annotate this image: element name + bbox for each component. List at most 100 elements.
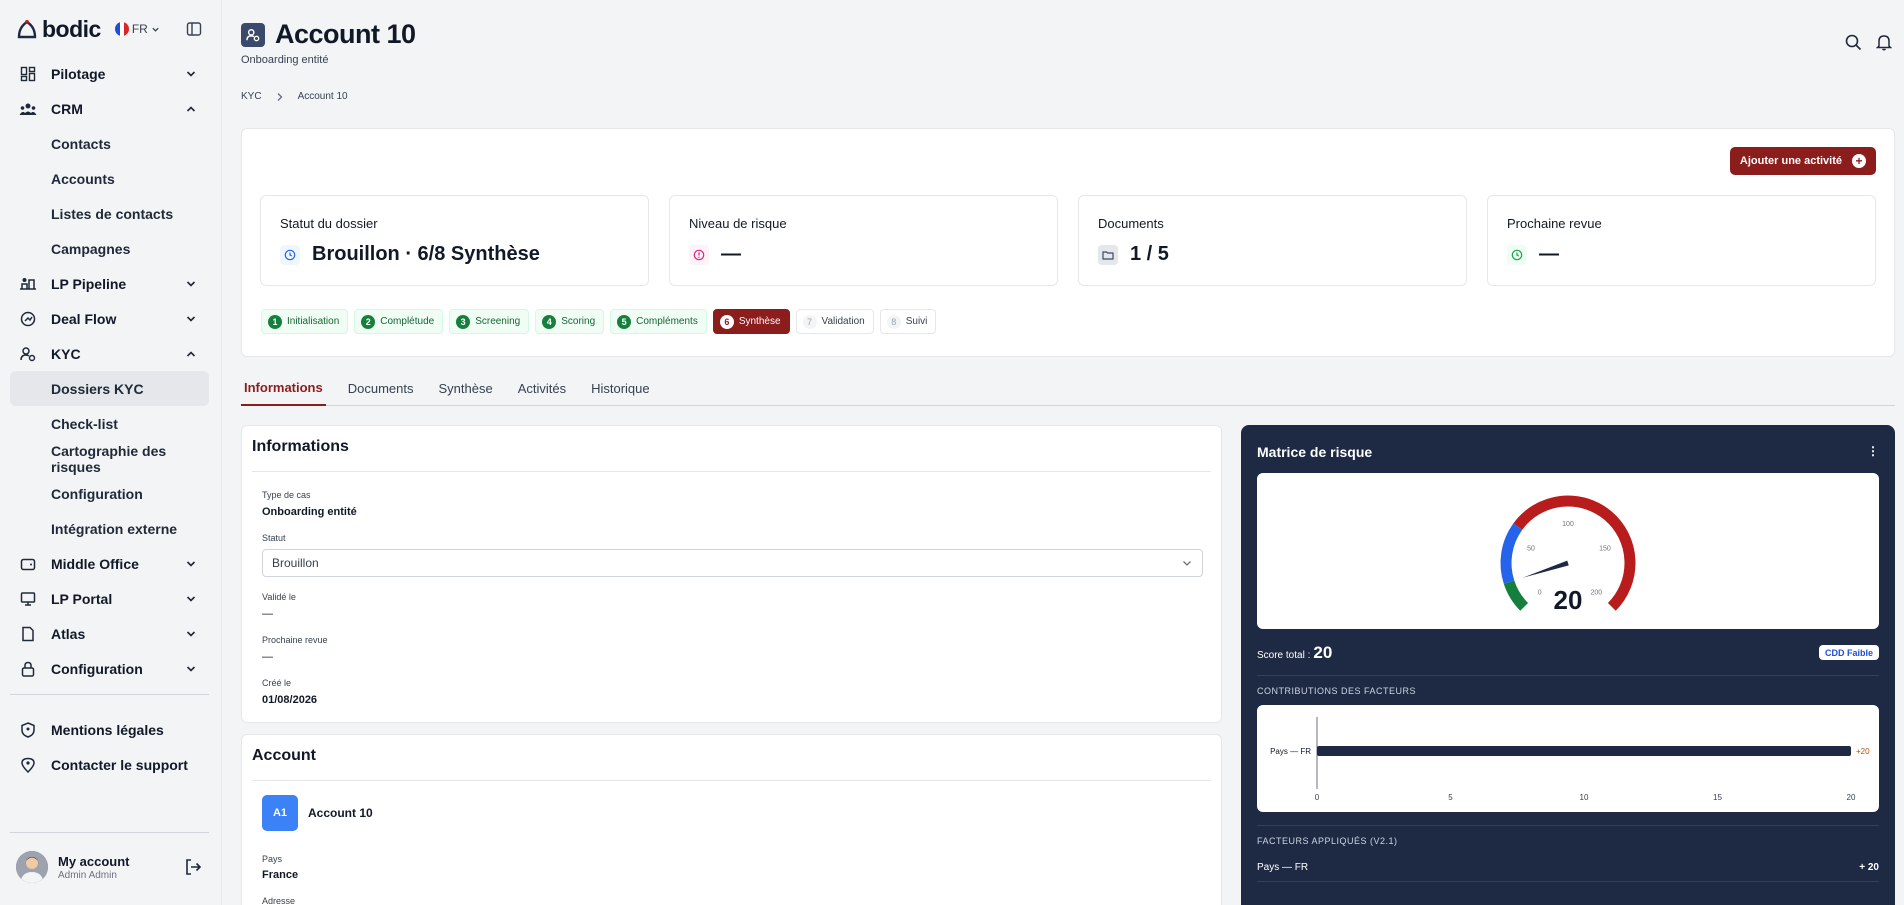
sidebar-item-legal[interactable]: Mentions légales — [10, 712, 209, 747]
sidebar-item-contacts[interactable]: Contacts — [10, 126, 209, 161]
step-number: 3 — [456, 314, 471, 329]
sidebar-item-label: CRM — [51, 100, 83, 117]
account-badge: A1 — [262, 795, 298, 831]
sidebar-item-deal-flow[interactable]: Deal Flow — [10, 301, 209, 336]
contributions-chart: Pays — FR +20 0 5 10 15 20 — [1270, 717, 1870, 802]
breadcrumb-current: Account 10 — [297, 91, 348, 102]
tab-historique[interactable]: Historique — [588, 370, 653, 406]
section-divider — [252, 780, 1211, 781]
tab-synthese[interactable]: Synthèse — [435, 370, 495, 406]
sidebar-item-contact-lists[interactable]: Listes de contacts — [10, 196, 209, 231]
sidebar-item-risk-mapping[interactable]: Cartographie des risques — [10, 441, 209, 476]
sidebar-item-accounts[interactable]: Accounts — [10, 161, 209, 196]
step-label: Scoring — [561, 316, 596, 327]
step-validation[interactable]: 7 Validation — [795, 309, 874, 334]
sidebar-item-checklist[interactable]: Check-list — [10, 406, 209, 441]
sidebar-item-external-integration[interactable]: Intégration externe — [10, 511, 209, 546]
gauge-tick-label: 50 — [1527, 546, 1535, 553]
sidebar-item-campaigns[interactable]: Campagnes — [10, 231, 209, 266]
sidebar-item-support[interactable]: Contacter le support — [10, 747, 209, 782]
gauge-band-medium — [1500, 523, 1523, 584]
sidebar-item-label: Atlas — [51, 625, 86, 642]
tab-documents[interactable]: Documents — [345, 370, 417, 406]
risk-gauge-card: 0 50 100 150 200 20 — [1257, 473, 1879, 629]
search-icon[interactable] — [1845, 34, 1862, 51]
sidebar-item-middle-office[interactable]: Middle Office — [10, 546, 209, 581]
step-label: Validation — [821, 316, 865, 327]
step-number: 4 — [542, 314, 557, 329]
sidebar-item-atlas[interactable]: Atlas — [10, 616, 209, 651]
logout-icon[interactable] — [184, 858, 202, 876]
next-review-label: Prochaine revue — [262, 635, 328, 645]
language-selector[interactable]: FR — [114, 22, 160, 36]
sidebar-item-kyc[interactable]: KYC — [10, 336, 209, 371]
step-scoring[interactable]: 4 Scoring — [535, 309, 605, 334]
factor-label: Pays — FR — [1257, 862, 1309, 873]
stat-card-status: Statut du dossier Brouillon · 6/8 Synthè… — [260, 195, 649, 286]
step-complements[interactable]: 5 Compléments — [610, 309, 707, 334]
breadcrumb: KYC Account 10 — [241, 91, 348, 102]
step-suivi[interactable]: 8 Suivi — [879, 309, 937, 334]
step-completude[interactable]: 2 Complétude — [354, 309, 444, 334]
total-score: Score total : 20 — [1257, 643, 1332, 663]
section-divider — [252, 471, 1211, 472]
sidebar-item-label: Mentions légales — [51, 721, 164, 738]
chevron-down-icon — [186, 595, 196, 602]
language-code: FR — [131, 22, 148, 36]
sidebar-item-label: Pilotage — [51, 65, 106, 82]
tab-activites[interactable]: Activités — [515, 370, 569, 406]
brand-name: bodic — [42, 15, 101, 42]
case-type-value: Onboarding entité — [262, 506, 357, 518]
account-name-link[interactable]: Account 10 — [308, 806, 373, 820]
sidebar-item-crm[interactable]: CRM — [10, 91, 209, 126]
sidebar-nav: Pilotage CRM Contacts Accounts Listes de… — [10, 56, 209, 686]
category-label: Pays — FR — [1270, 747, 1311, 756]
stat-label: Prochaine revue — [1507, 216, 1602, 231]
add-activity-button[interactable]: Ajouter une activité + — [1729, 147, 1876, 175]
step-number: 7 — [802, 314, 817, 329]
applied-factor-row: Pays — FR + 20 — [1257, 862, 1879, 873]
risk-matrix-panel: Matrice de risque ⋮ 0 50 100 150 200 20 Score… — [1241, 425, 1895, 905]
sidebar-item-label: LP Portal — [51, 590, 113, 607]
step-initialisation[interactable]: 1 Initialisation — [261, 309, 349, 334]
stat-label: Statut du dossier — [280, 216, 378, 231]
brand-logo[interactable]: bodic — [16, 16, 101, 43]
sidebar-toggle-icon[interactable] — [186, 21, 202, 37]
sidebar-item-label: KYC — [51, 345, 81, 362]
account-menu[interactable]: My account Admin Admin — [16, 849, 206, 885]
gauge-tick-label: 150 — [1599, 546, 1611, 553]
stat-value: 1 / 5 — [1130, 243, 1169, 265]
sidebar-item-lp-pipeline[interactable]: LP Pipeline — [10, 266, 209, 301]
chevron-down-icon — [186, 560, 196, 567]
bell-icon[interactable] — [1876, 34, 1892, 51]
shield-icon — [19, 721, 37, 739]
sidebar-divider — [10, 694, 209, 695]
sidebar-footer-nav: Mentions légales Contacter le support — [10, 712, 209, 782]
created-label: Créé le — [262, 678, 292, 688]
chevron-down-icon — [186, 630, 196, 637]
tab-informations[interactable]: Informations — [241, 370, 326, 406]
step-number: 8 — [886, 314, 901, 329]
step-number: 2 — [361, 314, 376, 329]
gauge-tick-label: 0 — [1538, 589, 1542, 596]
status-label: Statut — [262, 533, 286, 543]
sidebar-item-pilotage[interactable]: Pilotage — [10, 56, 209, 91]
informations-card: Informations Type de cas Onboarding enti… — [241, 425, 1222, 723]
step-synthese[interactable]: 6 Synthèse — [712, 309, 790, 334]
breadcrumb-kyc[interactable]: KYC — [241, 91, 262, 102]
sidebar-item-configuration[interactable]: Configuration — [10, 651, 209, 686]
total-score-label: Score total : — [1257, 650, 1311, 661]
sidebar-item-lp-portal[interactable]: LP Portal — [10, 581, 209, 616]
sidebar-item-kyc-dossiers[interactable]: Dossiers KYC — [10, 371, 209, 406]
more-menu-icon[interactable]: ⋮ — [1867, 444, 1879, 458]
gauge-value-label: 20 — [1554, 585, 1583, 615]
panel-divider — [1257, 881, 1879, 882]
chevron-down-icon — [186, 665, 196, 672]
step-screening[interactable]: 3 Screening — [449, 309, 530, 334]
sidebar-item-kyc-configuration[interactable]: Configuration — [10, 476, 209, 511]
lock-icon — [19, 660, 37, 678]
chevron-up-icon — [186, 350, 196, 357]
sidebar: bodic FR Pilotage CRM Contacts Accounts … — [0, 0, 222, 905]
avatar — [16, 851, 48, 883]
status-select[interactable]: Brouillon — [262, 549, 1203, 577]
